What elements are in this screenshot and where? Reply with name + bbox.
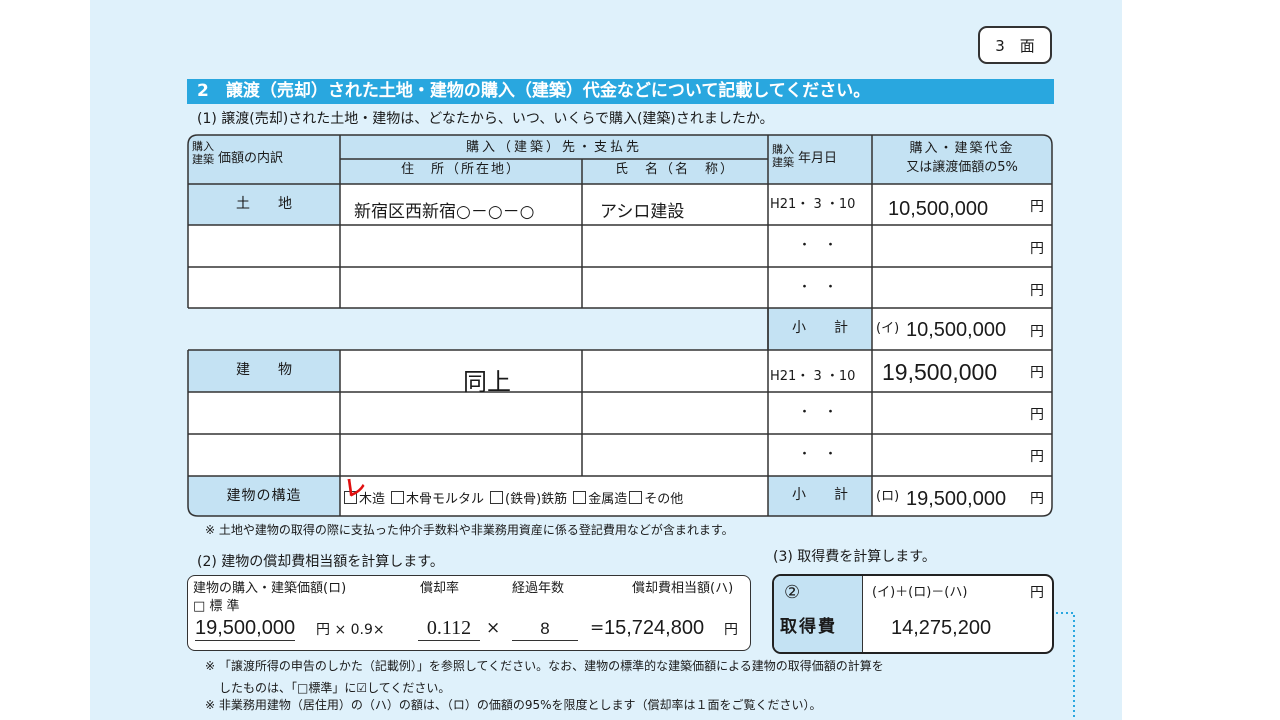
q2-times: ×: [486, 618, 501, 638]
land-address[interactable]: 新宿区西新宿○－○－○: [354, 197, 535, 222]
structure-label: 建物の構造: [226, 488, 302, 504]
yen-unit: 円: [1030, 283, 1044, 299]
acquisition-formula: (イ)＋(ロ)－(ハ): [872, 585, 968, 600]
check-mark-red: レ: [342, 474, 368, 503]
header-seller: 購入（建築）先・支払先: [465, 140, 642, 155]
standard-checkbox[interactable]: □ 標 準: [193, 599, 240, 615]
q2-header-result: 償却費相当額(ハ): [632, 581, 734, 596]
acquisition-yen: 円: [1030, 585, 1044, 601]
q2-header-rate: 償却率: [420, 581, 460, 596]
option-wood-mortar: 木骨モルタル: [406, 492, 485, 507]
building-subtotal-label: 小 計: [792, 487, 848, 503]
question-3-title: (3) 取得費を計算します。: [773, 549, 936, 565]
q2-mult: 円 × 0.9×: [316, 622, 385, 638]
note-2b: したものは、「□標準」に☑してください。: [219, 681, 451, 695]
acquisition-number: ②: [784, 582, 801, 603]
empty-date[interactable]: ・ ・: [798, 447, 837, 463]
note-3: ※ 非業務用建物（居住用）の（ハ）の額は、（ロ）の価額の95%を限度とします（償…: [205, 698, 822, 712]
yen-unit: 円: [1030, 324, 1044, 340]
q2-result[interactable]: 15,724,800: [604, 617, 704, 640]
note-1: ※ 土地や建物の取得の際に支払った仲介手数料や非業務用資産に係る登記費用などが含…: [205, 523, 734, 537]
checkbox-other[interactable]: [629, 491, 643, 504]
header-price-line2: 又は譲渡価額の5%: [906, 160, 1018, 175]
header-price-line1: 購入・建築代金: [909, 141, 1015, 156]
acquisition-value[interactable]: 14,275,200: [891, 617, 991, 640]
land-label: 土 地: [236, 196, 292, 212]
q2-equals: =: [590, 618, 605, 638]
header-name: 氏 名（名 称）: [614, 162, 735, 177]
land-subtotal-value[interactable]: 10,500,000: [906, 319, 1006, 342]
building-date[interactable]: H21・ 3 ・10: [770, 369, 855, 385]
q2-header-years: 経過年数: [512, 581, 565, 596]
option-steel: (鉄骨)鉄筋: [505, 492, 568, 507]
header-type: 価額の内訳: [218, 151, 284, 166]
option-metal: 金属造: [588, 492, 628, 507]
q2-header-price: 建物の購入・建築価額(ロ): [193, 581, 347, 596]
land-date[interactable]: H21・ 3 ・10: [770, 197, 855, 213]
land-seller-name[interactable]: アシロ建設: [600, 197, 684, 222]
checkbox-steel[interactable]: [490, 491, 504, 504]
q2-price[interactable]: 19,500,000: [195, 617, 296, 641]
question-2-title: (2) 建物の償却費相当額を計算します。: [197, 554, 444, 570]
building-subtotal-mark: (ロ): [876, 489, 900, 504]
q2-rate[interactable]: 0.112: [418, 617, 480, 641]
note-2a: ※ 「譲渡所得の申告のしかた（記載例）」を参照してください。なお、建物の標準的な…: [205, 659, 884, 673]
dotted-connector: [1056, 612, 1075, 720]
empty-date[interactable]: ・ ・: [798, 238, 837, 254]
structure-options: 木造 木骨モルタル (鉄骨)鉄筋 金属造 その他: [344, 488, 683, 507]
yen-unit: 円: [1030, 491, 1044, 507]
building-subtotal-value[interactable]: 19,500,000: [906, 488, 1006, 511]
checkbox-metal[interactable]: [573, 491, 587, 504]
header-date-prefix: 購入 建築: [772, 143, 794, 169]
q2-years[interactable]: 8: [512, 617, 578, 641]
header-type-prefix: 購入 建築: [192, 140, 214, 166]
yen-unit: 円: [1030, 365, 1044, 381]
empty-date[interactable]: ・ ・: [798, 280, 837, 296]
building-address-same[interactable]: 同上: [463, 362, 511, 397]
land-subtotal-mark: (イ): [876, 321, 900, 336]
land-price[interactable]: 10,500,000: [888, 198, 988, 221]
header-date: 年月日: [798, 151, 838, 166]
checkbox-wood-mortar[interactable]: [391, 491, 405, 504]
yen-unit: 円: [1030, 407, 1044, 423]
acquisition-label: 取得費: [780, 617, 837, 637]
yen-unit: 円: [1030, 449, 1044, 465]
land-subtotal-label: 小 計: [792, 320, 848, 336]
building-price[interactable]: 19,500,000: [882, 359, 997, 386]
building-label: 建 物: [236, 362, 292, 378]
option-other: その他: [644, 492, 684, 507]
q2-result-yen: 円: [724, 622, 738, 638]
header-address: 住 所（所在地）: [400, 162, 521, 177]
yen-unit: 円: [1030, 241, 1044, 257]
yen-unit: 円: [1030, 199, 1044, 215]
empty-date[interactable]: ・ ・: [798, 405, 837, 421]
